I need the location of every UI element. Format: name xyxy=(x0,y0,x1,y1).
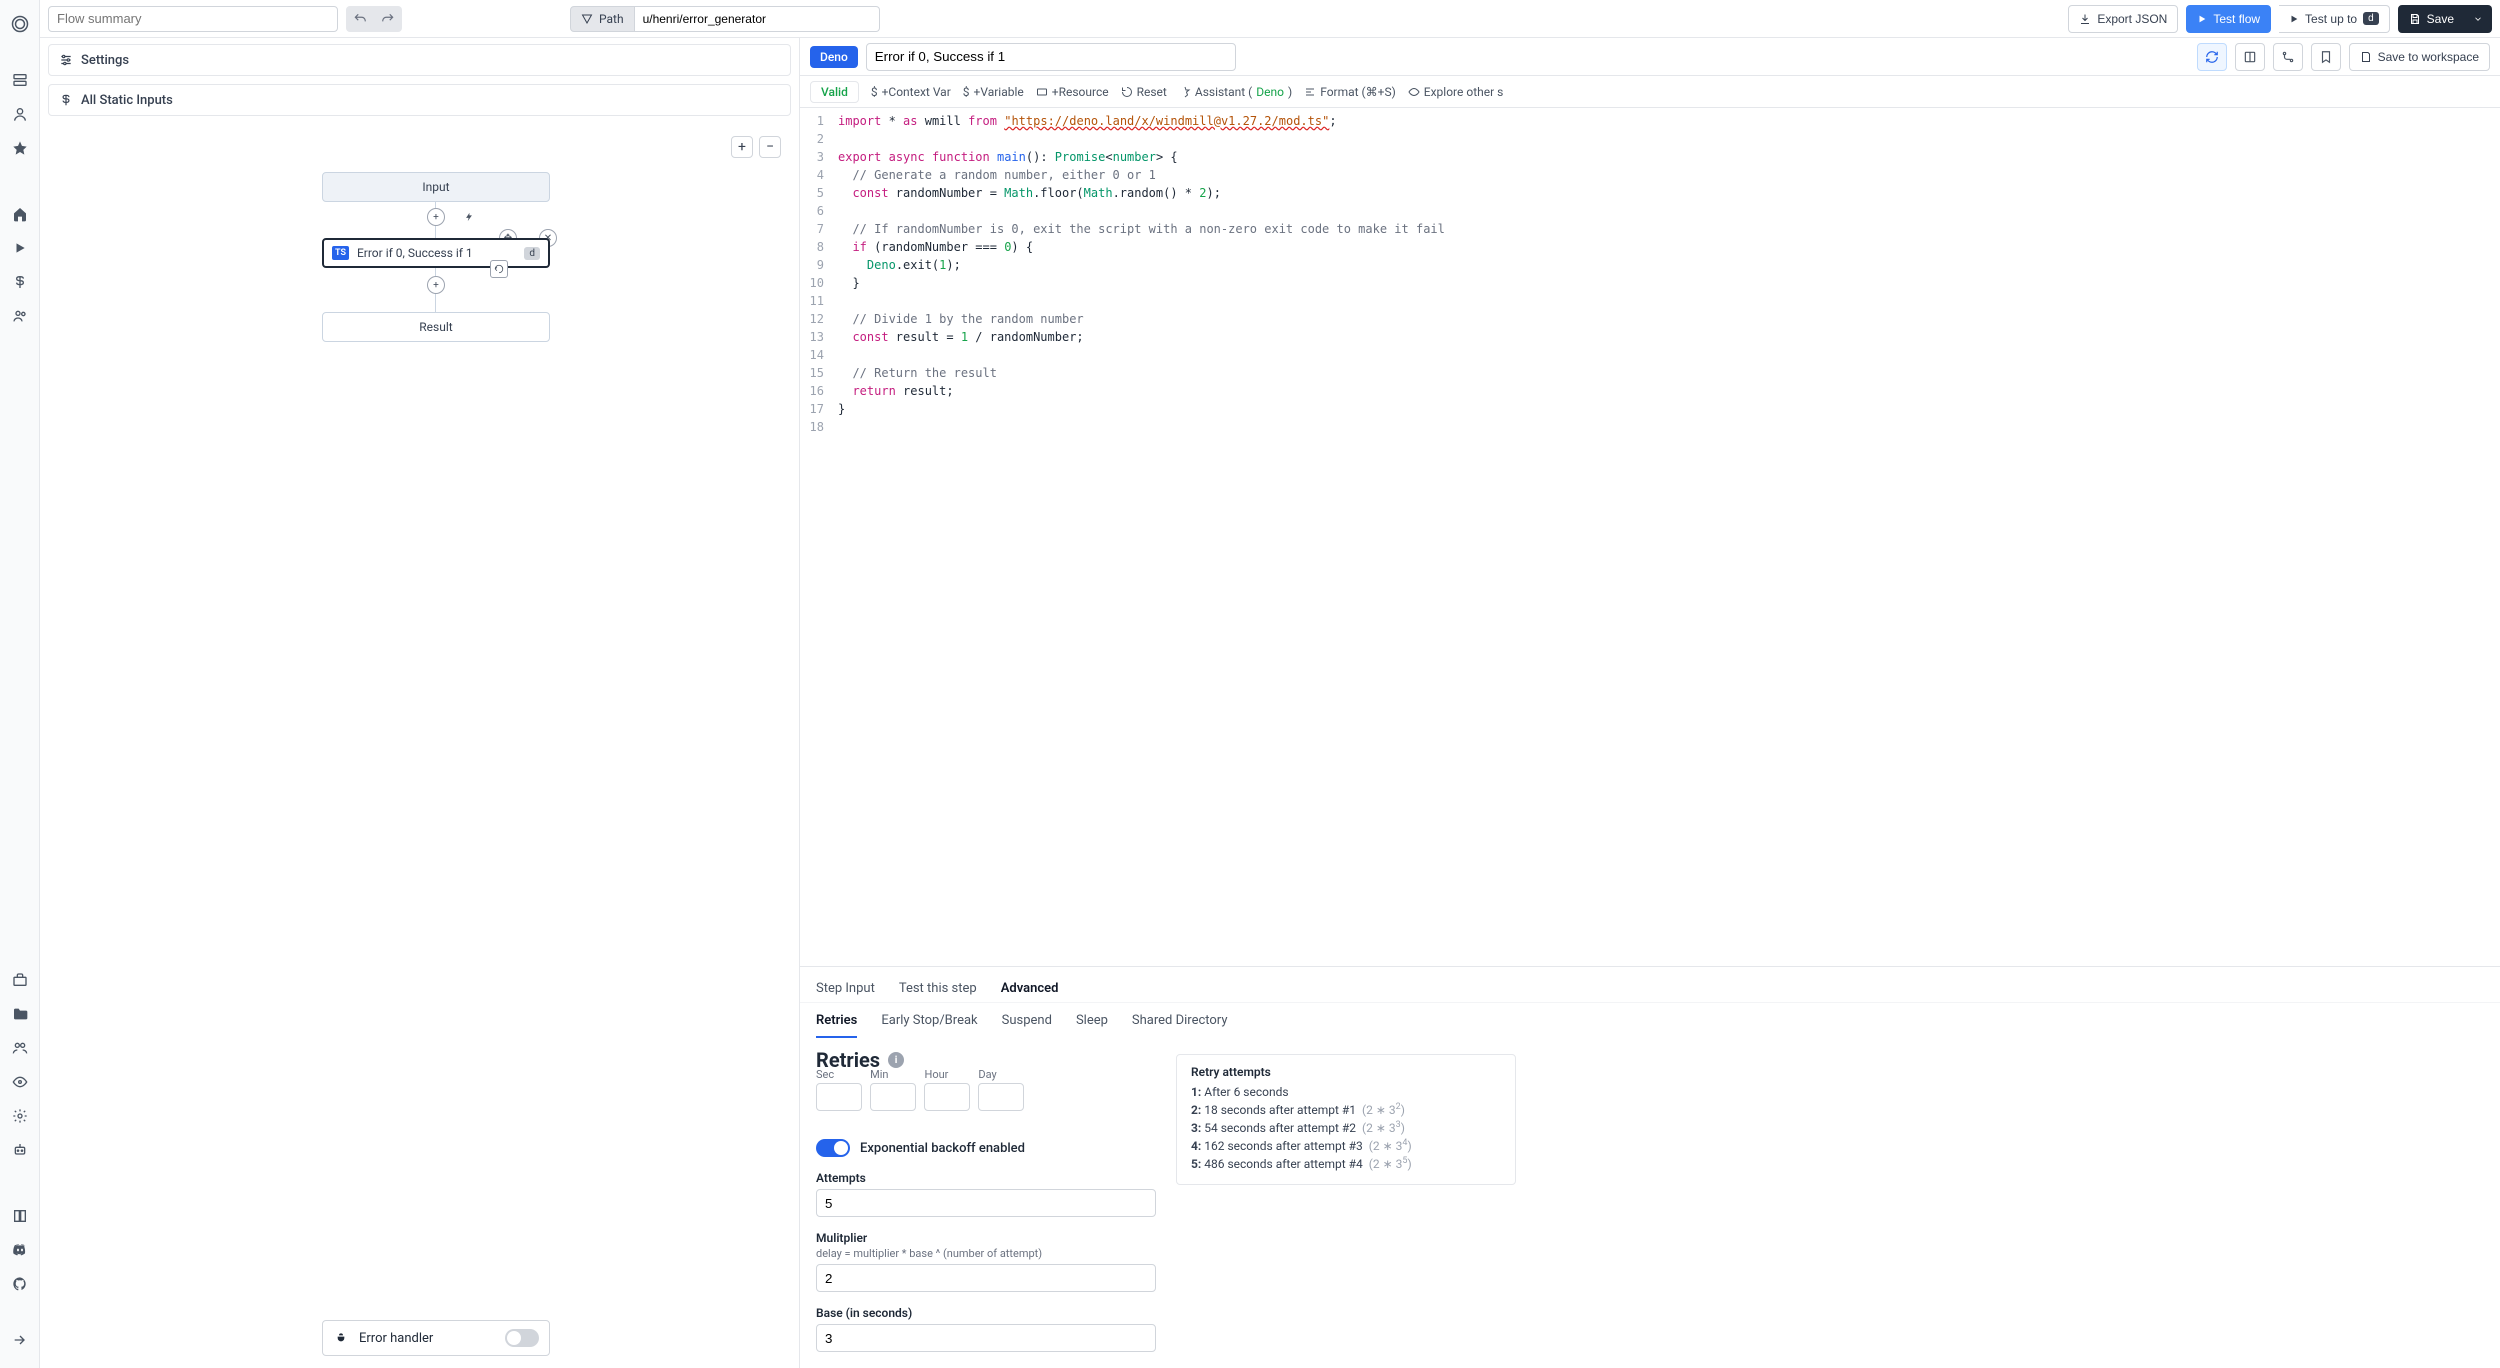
home-icon[interactable] xyxy=(4,198,36,230)
book-icon[interactable] xyxy=(4,1200,36,1232)
attempts-input[interactable] xyxy=(816,1189,1156,1217)
hour-input[interactable] xyxy=(924,1083,970,1111)
attempt-row: 3: 54 seconds after attempt #2(2 ∗ 33) xyxy=(1191,1120,1501,1135)
undo-button[interactable] xyxy=(346,6,374,32)
export-json-button[interactable]: Export JSON xyxy=(2068,5,2178,33)
attempt-row: 4: 162 seconds after attempt #3(2 ∗ 34) xyxy=(1191,1138,1501,1153)
topbar: Path Export JSON Test flow Test up to d xyxy=(40,0,2500,38)
settings-bar[interactable]: Settings xyxy=(48,44,791,76)
error-handler-toggle[interactable] xyxy=(505,1329,539,1347)
test-up-to-button[interactable]: Test up to d xyxy=(2279,5,2390,33)
save-button[interactable]: Save xyxy=(2398,5,2465,33)
subtab-early-stop[interactable]: Early Stop/Break xyxy=(881,1007,977,1038)
subtab-sleep[interactable]: Sleep xyxy=(1076,1007,1108,1038)
add-step-after-icon[interactable]: + xyxy=(427,276,445,294)
assistant-button[interactable]: Assistant (Deno) xyxy=(1179,85,1292,99)
subtab-retries[interactable]: Retries xyxy=(816,1007,857,1038)
folder-icon[interactable] xyxy=(4,998,36,1030)
tab-step-input[interactable]: Step Input xyxy=(816,975,875,1002)
bolt-icon[interactable] xyxy=(460,208,478,226)
retry-badge-icon[interactable] xyxy=(490,260,508,278)
bug-icon xyxy=(333,1330,349,1346)
subtab-shared-dir[interactable]: Shared Directory xyxy=(1132,1007,1228,1038)
retry-attempts-panel: Retry attempts 1: After 6 seconds2: 18 s… xyxy=(1176,1054,1516,1185)
info-icon[interactable]: i xyxy=(888,1052,904,1068)
test-flow-button[interactable]: Test flow xyxy=(2186,5,2271,33)
reset-button[interactable]: Reset xyxy=(1121,85,1167,99)
play-icon[interactable] xyxy=(4,232,36,264)
format-button[interactable]: Format (⌘+S) xyxy=(1304,85,1396,99)
layout-icon[interactable] xyxy=(2235,43,2265,71)
sec-input[interactable] xyxy=(816,1083,862,1111)
path-label: Path xyxy=(599,12,624,26)
collapse-icon[interactable] xyxy=(4,1324,36,1356)
attempt-row: 2: 18 seconds after attempt #1(2 ∗ 32) xyxy=(1191,1102,1501,1117)
variable-button[interactable]: $ +Variable xyxy=(963,85,1024,99)
path-button[interactable]: Path xyxy=(570,6,635,32)
attempt-row: 5: 486 seconds after attempt #4(2 ∗ 35) xyxy=(1191,1156,1501,1171)
exponential-toggle[interactable] xyxy=(816,1139,850,1157)
day-input[interactable] xyxy=(978,1083,1024,1111)
context-var-button[interactable]: $ +Context Var xyxy=(871,85,951,99)
multiplier-input[interactable] xyxy=(816,1264,1156,1292)
min-input[interactable] xyxy=(870,1083,916,1111)
zoom-out-button[interactable]: − xyxy=(759,136,781,158)
flow-summary-input[interactable] xyxy=(48,6,338,32)
server-icon[interactable] xyxy=(4,64,36,96)
error-handler-bar[interactable]: Error handler xyxy=(322,1320,550,1356)
robot-icon[interactable] xyxy=(4,1134,36,1166)
valid-badge: Valid xyxy=(810,81,859,103)
briefcase-icon[interactable] xyxy=(4,964,36,996)
tab-advanced[interactable]: Advanced xyxy=(1001,975,1059,1002)
team-icon[interactable] xyxy=(4,1032,36,1064)
subtab-suspend[interactable]: Suspend xyxy=(1002,1007,1052,1038)
path-input[interactable] xyxy=(635,6,880,32)
base-input[interactable] xyxy=(816,1324,1156,1352)
redo-button[interactable] xyxy=(374,6,402,32)
user-icon[interactable] xyxy=(4,98,36,130)
attempt-row: 1: After 6 seconds xyxy=(1191,1085,1501,1099)
resource-button[interactable]: +Resource xyxy=(1036,85,1109,99)
code-editor[interactable]: 123456789101112131415161718 import * as … xyxy=(800,108,2500,966)
app-sidebar xyxy=(0,0,40,1368)
flow-canvas[interactable]: + − Input + ✥ ✕ TS Error if 0, Success i… xyxy=(40,118,799,1368)
github-icon[interactable] xyxy=(4,1268,36,1300)
node-input[interactable]: Input xyxy=(322,172,550,202)
settings-icon[interactable] xyxy=(4,1100,36,1132)
code-content: import * as wmill from "https://deno.lan… xyxy=(830,108,1453,966)
dollar-icon[interactable] xyxy=(4,266,36,298)
git-icon[interactable] xyxy=(2273,43,2303,71)
tab-test-step[interactable]: Test this step xyxy=(899,975,977,1002)
star-icon[interactable] xyxy=(4,132,36,164)
step-name-input[interactable] xyxy=(866,43,1236,71)
lang-badge: Deno xyxy=(810,46,858,68)
bookmark-icon[interactable] xyxy=(2311,43,2341,71)
node-result[interactable]: Result xyxy=(322,312,550,342)
ts-badge: TS xyxy=(332,246,349,260)
add-step-icon[interactable]: + xyxy=(427,208,445,226)
all-static-inputs-bar[interactable]: All Static Inputs xyxy=(48,84,791,116)
refresh-icon[interactable] xyxy=(2197,43,2227,71)
zoom-in-button[interactable]: + xyxy=(731,136,753,158)
save-workspace-button[interactable]: Save to workspace xyxy=(2349,43,2490,71)
eye-icon[interactable] xyxy=(4,1066,36,1098)
discord-icon[interactable] xyxy=(4,1234,36,1266)
node-step[interactable]: TS Error if 0, Success if 1 d xyxy=(322,238,550,268)
explore-button[interactable]: Explore other s xyxy=(1408,85,1504,99)
save-dropdown-button[interactable] xyxy=(2465,5,2492,33)
logo-icon[interactable] xyxy=(4,8,36,40)
users-icon[interactable] xyxy=(4,300,36,332)
